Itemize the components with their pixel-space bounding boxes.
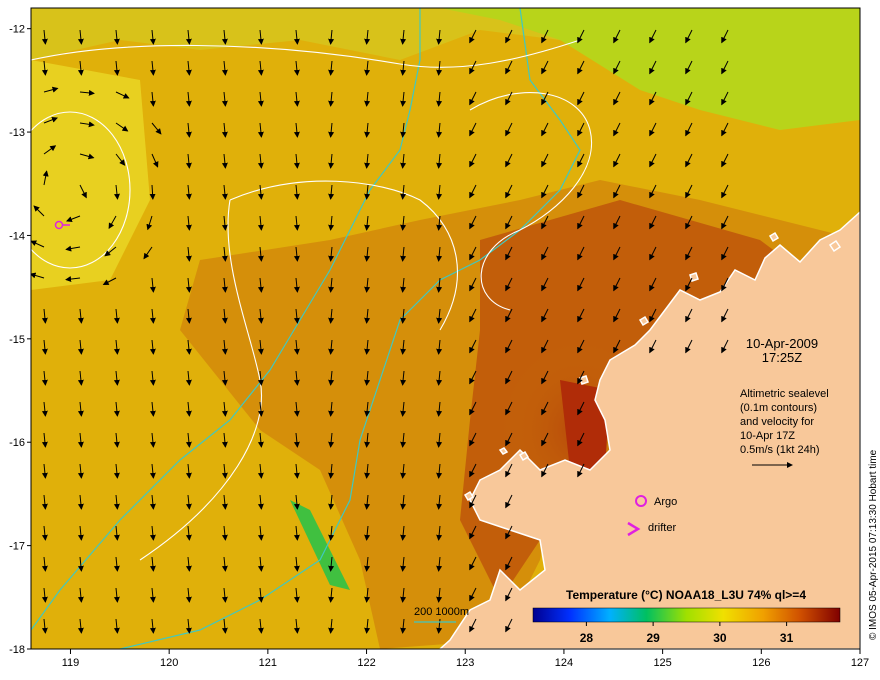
drifter-legend-label: drifter	[648, 522, 676, 534]
sst-field	[31, 8, 860, 649]
info-line: (0.1m contours)	[740, 402, 817, 414]
info-line: 10-Apr 17Z	[740, 430, 795, 442]
x-tick-label: 122	[357, 657, 375, 669]
colorbar-tick-label: 31	[780, 631, 794, 645]
info-line: Altimetric sealevel	[740, 388, 829, 400]
argo-legend-label: Argo	[654, 496, 677, 508]
time-line: 17:25Z	[762, 350, 803, 365]
date-line: 10-Apr-2009	[746, 336, 818, 351]
info-line: and velocity for	[740, 416, 814, 428]
colorbar-title: Temperature (°C) NOAA18_L3U 74% ql>=4	[566, 588, 806, 602]
x-axis: 119 120 121 122 123 124 125 126 127	[62, 649, 869, 669]
y-axis: -12 -13 -14 -15 -16 -17 -18	[9, 24, 31, 656]
sst-map: -12 -13 -14 -15 -16 -17 -18 119 120 121 122 123 124…	[9, 7, 879, 669]
x-tick-label: 127	[851, 657, 869, 669]
colorbar-gradient	[532, 607, 841, 623]
y-tick-label: -18	[9, 644, 25, 656]
x-tick-label: 123	[456, 657, 474, 669]
x-tick-label: 125	[653, 657, 671, 669]
y-tick-label: -14	[9, 230, 25, 242]
x-tick-label: 124	[555, 657, 573, 669]
x-tick-label: 126	[752, 657, 770, 669]
y-tick-label: -17	[9, 541, 25, 553]
y-tick-label: -15	[9, 334, 25, 346]
info-line: 0.5m/s (1kt 24h)	[740, 444, 819, 456]
x-tick-label: 121	[259, 657, 277, 669]
colorbar-tick-label: 28	[580, 631, 594, 645]
colorbar-tick-label: 29	[646, 631, 660, 645]
y-tick-label: -12	[9, 24, 25, 36]
x-tick-label: 120	[160, 657, 178, 669]
x-tick-label: 119	[62, 657, 80, 669]
y-tick-label: -16	[9, 437, 25, 449]
credit: © IMOS 05-Apr-2015 07:13:30 Hobart time	[868, 449, 879, 640]
colorbar-tick-label: 30	[713, 631, 727, 645]
y-tick-label: -13	[9, 127, 25, 139]
bathy-legend-label: 200 1000m	[414, 606, 469, 618]
